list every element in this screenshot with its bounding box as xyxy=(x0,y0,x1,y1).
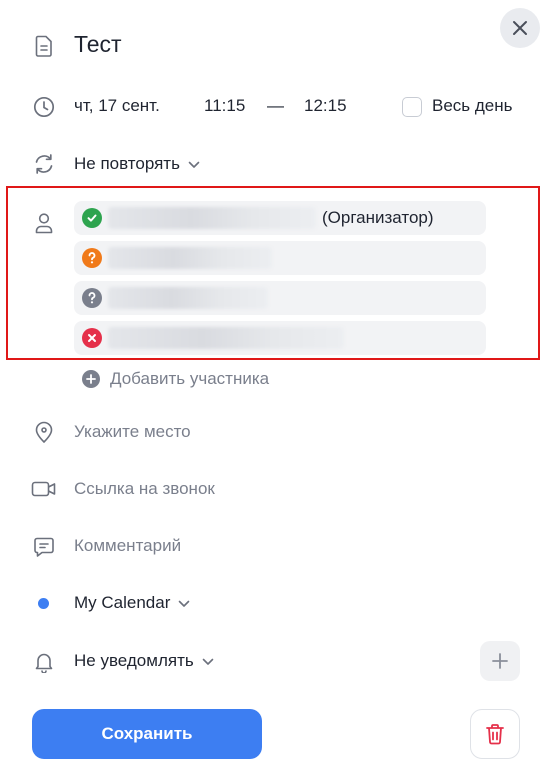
participants-highlight-box xyxy=(6,186,540,360)
bell-icon xyxy=(32,650,56,674)
document-icon xyxy=(32,34,56,58)
notification-label: Не уведомлять xyxy=(74,651,194,670)
chevron-down-icon xyxy=(179,600,190,607)
close-button[interactable] xyxy=(500,8,540,48)
close-icon xyxy=(513,21,527,35)
end-time[interactable]: 12:15 xyxy=(304,96,347,116)
plus-icon xyxy=(492,653,508,669)
trash-icon xyxy=(486,724,504,745)
delete-button[interactable] xyxy=(470,709,520,759)
call-link-field[interactable]: Ссылка на звонок xyxy=(74,479,215,499)
plus-circle-icon xyxy=(82,370,100,388)
location-field[interactable]: Укажите место xyxy=(74,422,191,442)
notification-dropdown[interactable]: Не уведомлять xyxy=(74,651,214,671)
comment-field[interactable]: Комментарий xyxy=(74,536,181,556)
all-day-label[interactable]: Весь день xyxy=(432,96,513,116)
start-time[interactable]: 11:15 xyxy=(204,96,245,116)
repeat-label: Не повторять xyxy=(74,154,180,173)
clock-icon xyxy=(32,95,56,119)
add-participant-label: Добавить участника xyxy=(110,369,270,388)
location-pin-icon xyxy=(32,420,56,444)
calendar-name: My Calendar xyxy=(74,593,171,612)
time-separator: — xyxy=(267,96,284,115)
event-title[interactable]: Тест xyxy=(74,31,122,58)
save-button[interactable]: Сохранить xyxy=(32,709,262,759)
event-date[interactable]: чт, 17 сент. xyxy=(74,96,160,116)
video-camera-icon xyxy=(31,479,57,499)
chevron-down-icon xyxy=(202,658,214,665)
comment-icon xyxy=(32,535,56,559)
chevron-down-icon xyxy=(188,161,200,168)
calendar-color-dot xyxy=(38,598,49,609)
add-notification-button[interactable] xyxy=(480,641,520,681)
repeat-icon xyxy=(32,152,56,176)
calendar-dropdown[interactable]: My Calendar xyxy=(74,593,190,613)
add-participant-button[interactable]: Добавить участника xyxy=(82,369,269,389)
all-day-checkbox[interactable] xyxy=(402,97,422,117)
repeat-dropdown[interactable]: Не повторять xyxy=(74,154,200,174)
